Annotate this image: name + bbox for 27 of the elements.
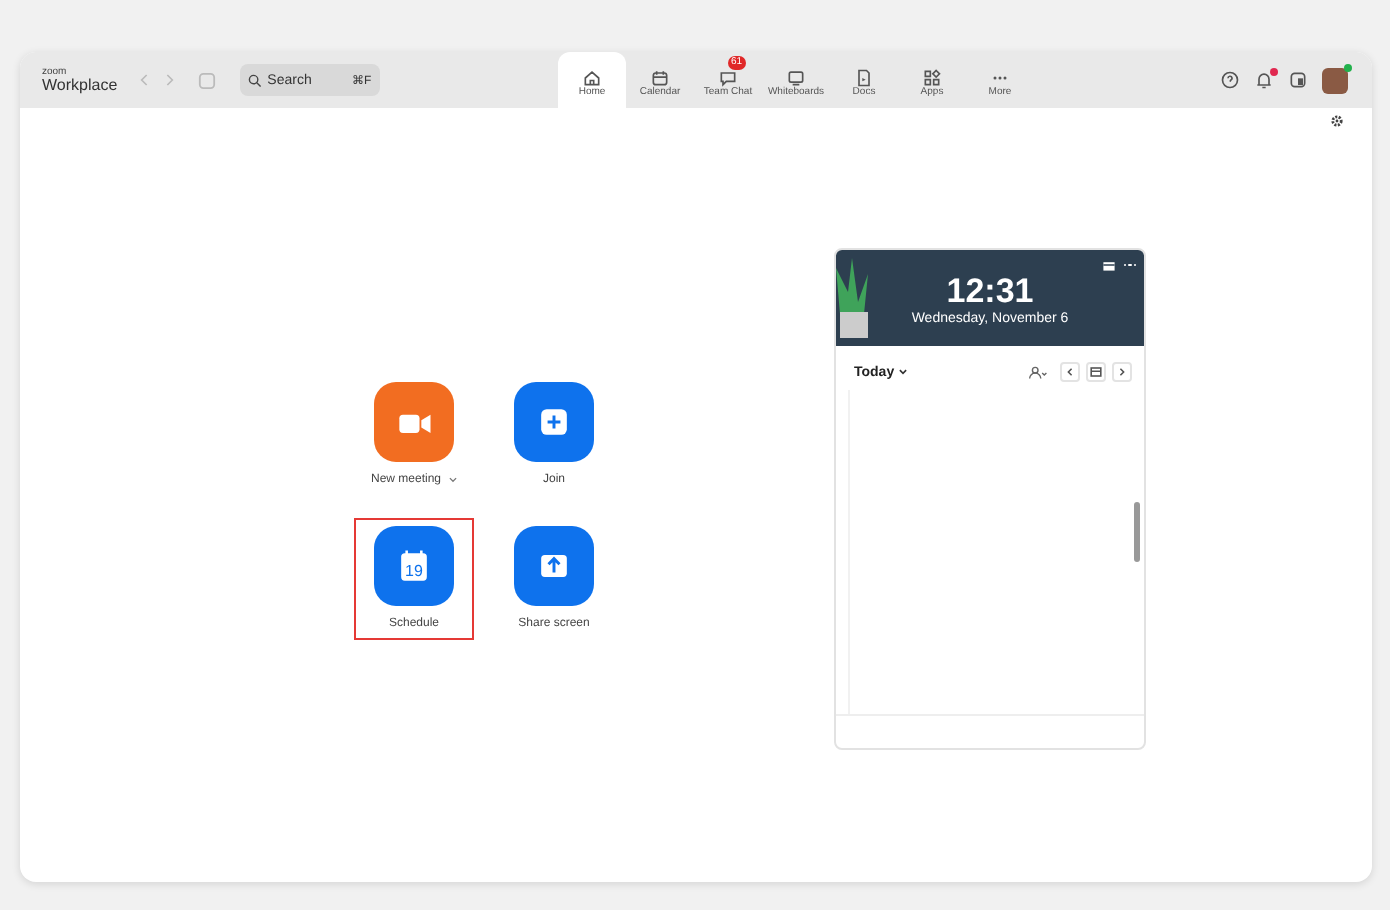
brand-name: Workplace	[42, 77, 118, 93]
monitor-icon	[786, 68, 806, 88]
caret-icon	[898, 368, 909, 376]
search-icon	[247, 73, 262, 87]
help-icon[interactable]	[1220, 70, 1240, 90]
share-button[interactable]	[514, 526, 594, 606]
next-icon[interactable]	[1112, 362, 1132, 382]
calendar-icon	[650, 68, 670, 88]
schedule-button[interactable]: 19	[374, 526, 454, 606]
chat-bubble-icon	[718, 68, 738, 88]
video-button[interactable]	[374, 382, 454, 462]
clock-time: 12:31	[946, 271, 1034, 311]
day-number: 19	[403, 562, 425, 580]
online-dot	[1344, 63, 1352, 71]
bell-icon[interactable]	[1254, 70, 1274, 90]
calendar-icon[interactable]	[1086, 362, 1106, 382]
avatar[interactable]	[1322, 67, 1348, 93]
scrollbar-thumb[interactable]	[1134, 502, 1140, 562]
window-icon[interactable]	[1288, 70, 1308, 90]
join-button[interactable]	[514, 382, 594, 462]
caret-icon[interactable]	[447, 476, 457, 484]
document-icon	[854, 68, 874, 88]
settings-icon[interactable]	[1330, 114, 1344, 128]
apps-icon	[922, 68, 942, 88]
previous-icon[interactable]	[1060, 362, 1080, 382]
home-icon	[582, 68, 602, 88]
people-icon[interactable]	[1028, 365, 1048, 379]
